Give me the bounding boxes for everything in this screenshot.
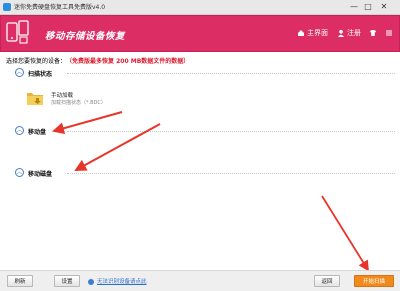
close-button[interactable]: ✕ (378, 1, 390, 12)
shirt-icon (370, 30, 376, 36)
window-title: 迷你免费硬盘恢复工具免费版v4.0 (14, 4, 106, 11)
home-label: 主界面 (307, 29, 328, 37)
app-header: 移动存储设备恢复 主界面 注册 (0, 15, 400, 52)
prompt-text: 选择您要恢复的设备： (6, 58, 67, 65)
device-prompt: 选择您要恢复的设备： （免费版最多恢复 200 MB数据文件的数据） (6, 56, 189, 65)
section-label: 移动磁盘 (28, 171, 53, 178)
footer-bar: 刷新 设置 无法识别设备请点此 返回 开始扫描 (0, 270, 400, 291)
manual-load-item[interactable]: 手动加载 加载扫描状态（*.BDC） (26, 88, 116, 110)
help-link[interactable]: 无法识别设备请点此 (88, 277, 147, 285)
arrow-to-start-scan (321, 195, 369, 272)
minimize-button[interactable]: — (348, 1, 360, 12)
devices-icon (6, 20, 29, 44)
maximize-button[interactable]: □ (362, 1, 374, 12)
section-removable-disk[interactable]: ︿ 移动磁盘 (15, 168, 395, 178)
menu-icon (386, 30, 392, 36)
register-label: 注册 (347, 29, 361, 37)
section-mobile-disk[interactable]: ︿ 移动盘 (15, 126, 395, 136)
manual-load-name: 手动加载 (51, 93, 74, 99)
chevron-up-icon[interactable]: ︿ (15, 68, 24, 77)
chevron-up-icon[interactable]: ︿ (15, 126, 24, 135)
app-icon (3, 3, 11, 11)
manual-load-status: 加载扫描状态（*.BDC） (51, 100, 106, 106)
home-icon (298, 30, 304, 36)
back-button[interactable]: 返回 (314, 275, 340, 287)
section-divider (67, 173, 395, 174)
chevron-up-icon[interactable]: ︿ (15, 168, 24, 177)
free-limit-notice: （免费版最多恢复 200 MB数据文件的数据） (69, 58, 190, 65)
help-link-label: 无法识别设备请点此 (97, 279, 147, 285)
folder-icon (27, 93, 43, 105)
section-scan-status[interactable]: ︿ 扫描状态 (15, 68, 395, 78)
user-icon (338, 29, 344, 37)
settings-button[interactable]: 设置 (54, 275, 80, 287)
skin-button[interactable] (369, 26, 379, 40)
refresh-button[interactable]: 刷新 (7, 275, 33, 287)
help-icon (88, 278, 94, 285)
register-button[interactable]: 注册 (337, 26, 361, 40)
home-button[interactable]: 主界面 (297, 26, 328, 40)
section-label: 移动盘 (28, 129, 47, 136)
banner-title: 移动存储设备恢复 (45, 31, 126, 42)
title-bar: 迷你免费硬盘恢复工具免费版v4.0 — □ ✕ (0, 0, 400, 15)
section-label: 扫描状态 (28, 71, 53, 78)
section-divider (67, 131, 395, 132)
start-scan-button[interactable]: 开始扫描 (354, 275, 394, 287)
section-divider (67, 73, 395, 74)
menu-button[interactable] (385, 26, 395, 40)
